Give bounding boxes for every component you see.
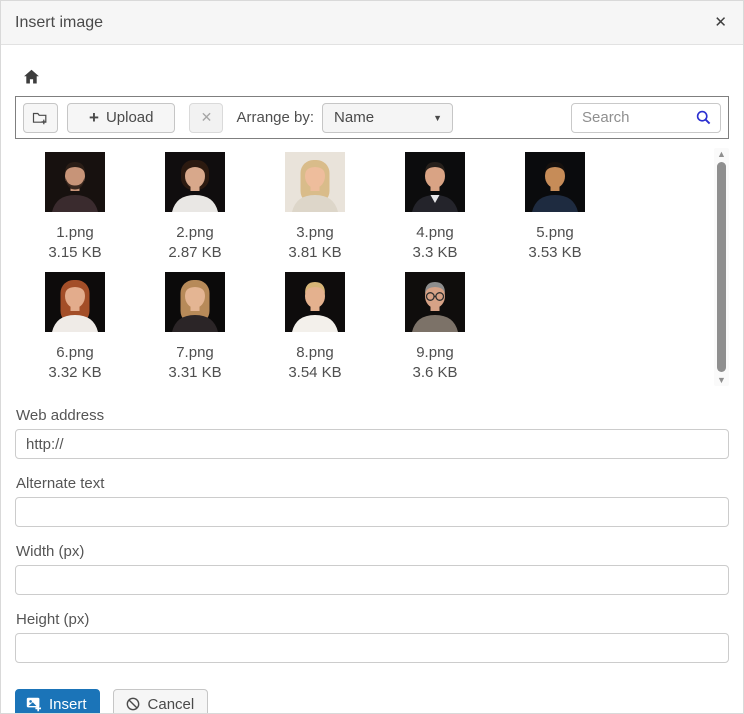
- file-thumbnail: [285, 272, 345, 332]
- file-size: 3.54 KB: [288, 364, 342, 381]
- insert-button[interactable]: Insert: [15, 689, 100, 713]
- file-size: 3.81 KB: [288, 244, 342, 261]
- height-label: Height (px): [16, 611, 90, 628]
- search-input[interactable]: [582, 109, 695, 126]
- insert-image-dialog: Insert image ✕ + Upload ✕ Arrange by: Na…: [0, 0, 744, 714]
- file-thumbnail: [165, 152, 225, 212]
- file-item[interactable]: 7.png 3.31 KB: [135, 264, 255, 384]
- file-thumbnail: [285, 152, 345, 212]
- breadcrumb: [23, 68, 729, 85]
- file-grid: 1.png 3.15 KB 2.png 2.87 KB 3.png 3.81 KB 4.pn…: [15, 144, 625, 384]
- file-size: 3.53 KB: [528, 244, 582, 261]
- create-folder-button[interactable]: [23, 102, 58, 133]
- cancel-button-label: Cancel: [147, 695, 195, 713]
- height-input[interactable]: [15, 633, 729, 663]
- file-name: 4.png: [416, 224, 454, 241]
- width-group: Width (px): [15, 542, 729, 595]
- file-size: 3.6 KB: [412, 364, 458, 381]
- scrollbar[interactable]: ▲ ▼: [714, 148, 729, 386]
- home-button[interactable]: [23, 69, 40, 85]
- plus-icon: +: [89, 108, 99, 127]
- dialog-title: Insert image: [15, 13, 104, 31]
- file-name: 2.png: [176, 224, 214, 241]
- file-list: 1.png 3.15 KB 2.png 2.87 KB 3.png 3.81 KB 4.pn…: [15, 144, 729, 391]
- file-item[interactable]: 4.png 3.3 KB: [375, 144, 495, 264]
- width-input[interactable]: [15, 565, 729, 595]
- file-item[interactable]: 8.png 3.54 KB: [255, 264, 375, 384]
- file-name: 3.png: [296, 224, 334, 241]
- web-address-input[interactable]: [15, 429, 729, 459]
- file-size: 3.32 KB: [48, 364, 102, 381]
- cancel-button[interactable]: Cancel: [112, 689, 209, 713]
- dialog-footer: Insert Cancel: [15, 689, 729, 713]
- dialog-content: + Upload ✕ Arrange by: Name ▼ Search 1.p…: [1, 68, 743, 713]
- file-item[interactable]: 9.png 3.6 KB: [375, 264, 495, 384]
- file-thumbnail: [405, 152, 465, 212]
- web-address-label: Web address: [16, 407, 105, 424]
- home-icon: [23, 69, 40, 85]
- folder-plus-icon: [32, 109, 49, 126]
- file-thumbnail: [165, 272, 225, 332]
- file-item[interactable]: 2.png 2.87 KB: [135, 144, 255, 264]
- file-size: 3.3 KB: [412, 244, 458, 261]
- arrange-by-label: Arrange by:: [236, 109, 315, 126]
- file-thumbnail: [525, 152, 585, 212]
- file-name: 5.png: [536, 224, 574, 241]
- web-address-group: Web address: [15, 406, 729, 459]
- file-name: 7.png: [176, 344, 214, 361]
- upload-button[interactable]: + Upload: [67, 102, 176, 133]
- cancel-icon: [125, 696, 141, 712]
- file-item[interactable]: 5.png 3.53 KB: [495, 144, 615, 264]
- file-size: 2.87 KB: [168, 244, 222, 261]
- file-size: 3.15 KB: [48, 244, 102, 261]
- file-thumbnail: [405, 272, 465, 332]
- close-icon: ✕: [714, 14, 727, 31]
- scroll-thumb[interactable]: [717, 162, 726, 372]
- file-thumbnail: [45, 152, 105, 212]
- search-icon[interactable]: [695, 109, 712, 126]
- alternate-text-label: Alternate text: [16, 475, 105, 492]
- clear-icon: ✕: [200, 109, 213, 125]
- insert-button-label: Insert: [49, 695, 87, 713]
- file-browser-toolbar: + Upload ✕ Arrange by: Name ▼: [15, 96, 729, 139]
- chevron-down-icon: ▼: [433, 112, 443, 123]
- width-label: Width (px): [16, 543, 85, 560]
- alternate-text-input[interactable]: [15, 497, 729, 527]
- file-name: 8.png: [296, 344, 334, 361]
- sort-dropdown[interactable]: Name ▼: [322, 102, 454, 133]
- clear-selection-button[interactable]: ✕: [189, 102, 224, 133]
- dialog-titlebar: Insert image ✕: [1, 1, 743, 45]
- alternate-text-group: Alternate text: [15, 474, 729, 527]
- file-name: 6.png: [56, 344, 94, 361]
- upload-button-label: Upload: [105, 109, 154, 126]
- scroll-up-button[interactable]: ▲: [717, 148, 726, 160]
- file-item[interactable]: 3.png 3.81 KB: [255, 144, 375, 264]
- insert-image-icon: [26, 696, 42, 712]
- file-name: 1.png: [56, 224, 94, 241]
- search-box: [571, 102, 721, 133]
- file-item[interactable]: 1.png 3.15 KB: [15, 144, 135, 264]
- file-size: 3.31 KB: [168, 364, 222, 381]
- file-item[interactable]: 6.png 3.32 KB: [15, 264, 135, 384]
- sort-dropdown-value: Name: [334, 109, 375, 126]
- close-button[interactable]: ✕: [714, 15, 727, 30]
- height-group: Height (px): [15, 610, 729, 663]
- file-thumbnail: [45, 272, 105, 332]
- file-name: 9.png: [416, 344, 454, 361]
- scroll-down-button[interactable]: ▼: [717, 374, 726, 386]
